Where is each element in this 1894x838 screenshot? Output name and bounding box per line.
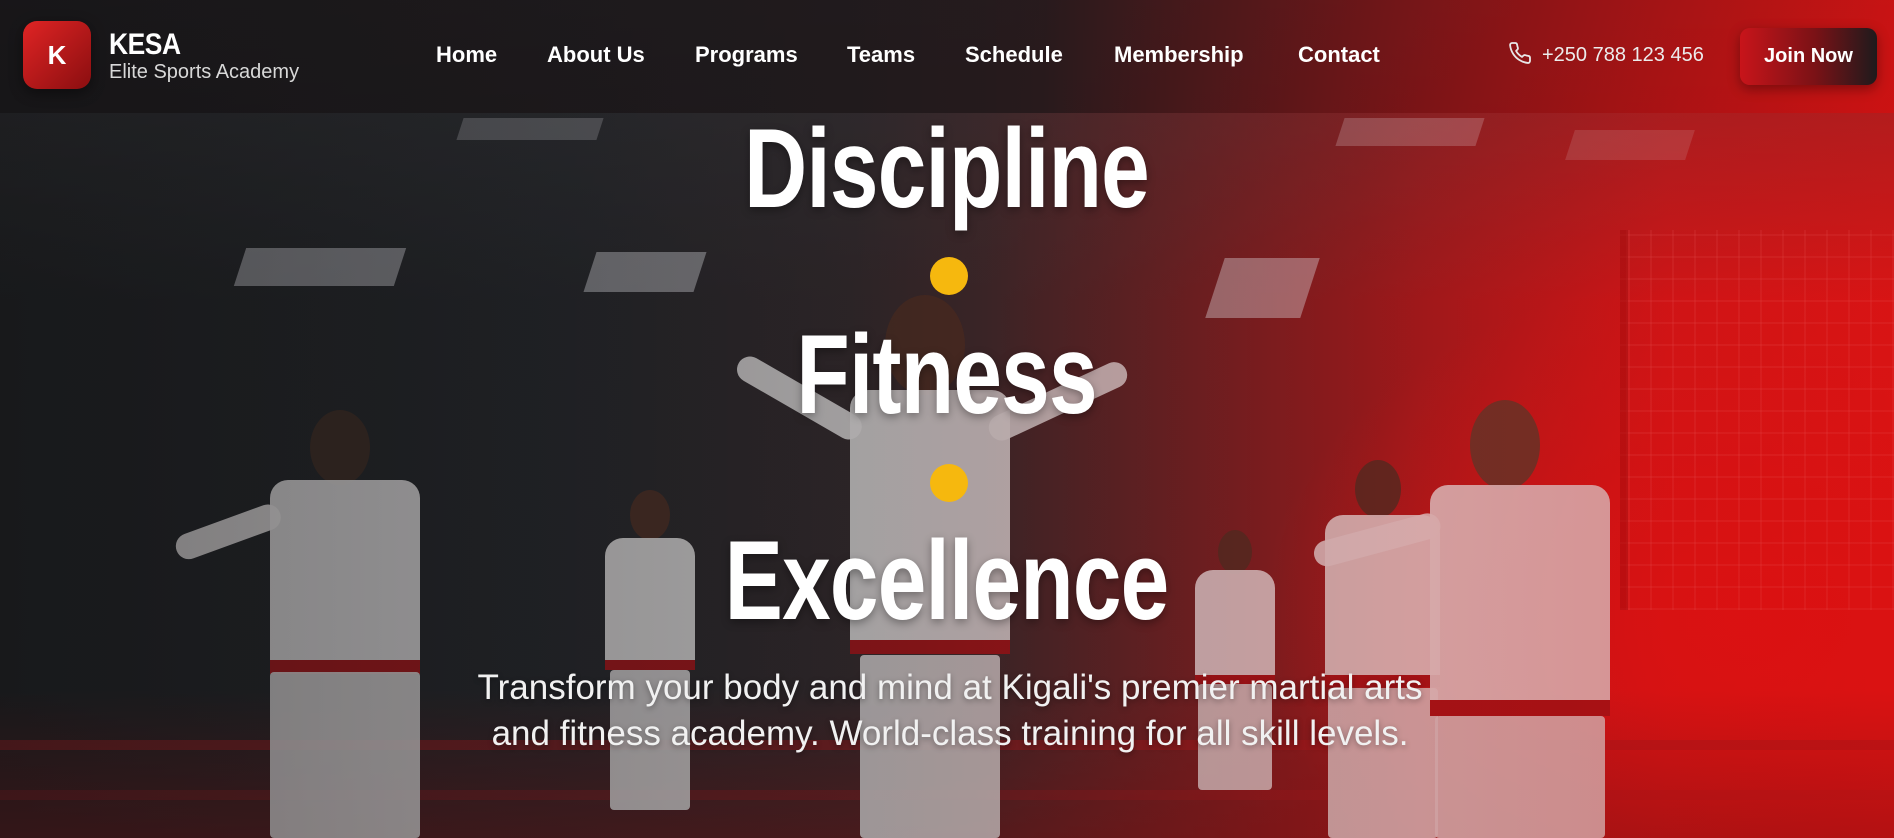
hero-separator-dot [930,257,968,295]
nav-membership[interactable]: Membership [1114,42,1244,68]
hero-word-fitness: Fitness [796,312,1098,437]
brand-tagline: Elite Sports Academy [109,61,300,83]
phone-icon [1508,41,1532,70]
nav-teams[interactable]: Teams [847,42,915,68]
nav-schedule[interactable]: Schedule [965,42,1063,68]
nav-about-us[interactable]: About Us [547,42,645,68]
nav-programs[interactable]: Programs [695,42,798,68]
hero-word-discipline: Discipline [744,106,1151,231]
hero-word-excellence: Excellence [725,518,1170,643]
logo-badge[interactable]: K [23,21,91,89]
brand-name: KESA [109,28,181,61]
nav-home[interactable]: Home [436,42,497,68]
join-now-button[interactable]: Join Now [1740,28,1877,85]
site-header: K KESA Elite Sports Academy Home About U… [0,0,1894,113]
nav-contact[interactable]: Contact [1298,42,1380,68]
phone-link[interactable]: +250 788 123 456 [1508,40,1704,70]
hero-subtext: Transform your body and mind at Kigali's… [477,668,1423,753]
hero-separator-dot [930,464,968,502]
phone-number: +250 788 123 456 [1542,43,1704,66]
